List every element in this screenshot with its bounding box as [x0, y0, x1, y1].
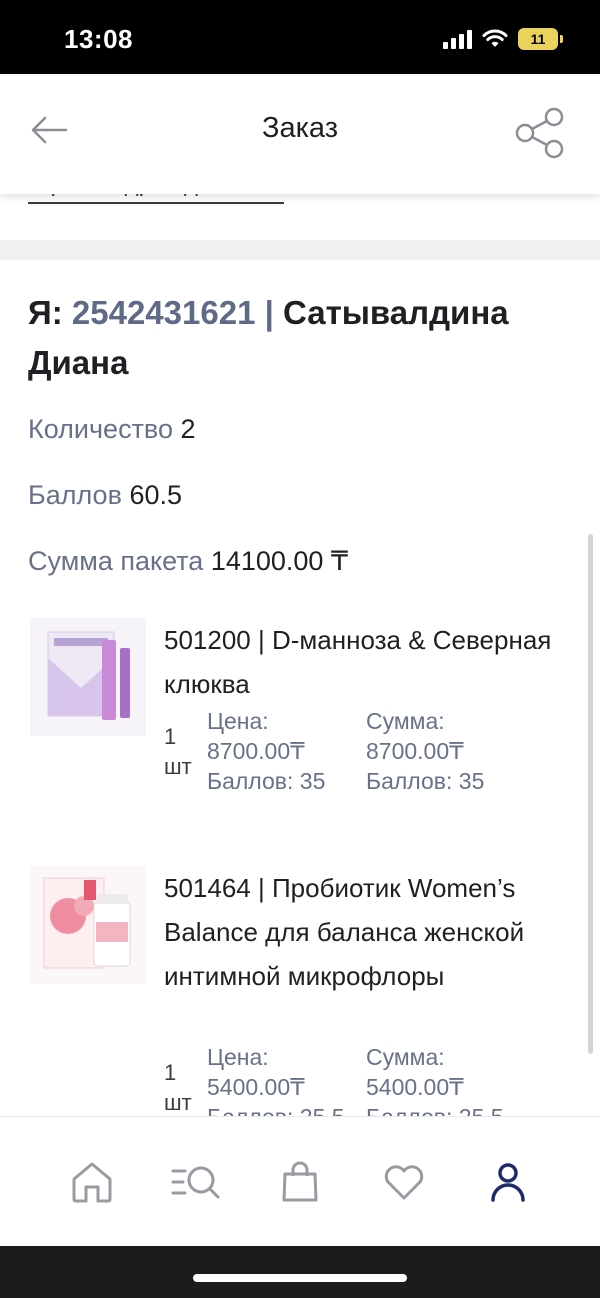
status-bar: 13:08 11	[0, 0, 600, 74]
order-item-price-value: 8700.00₸	[207, 738, 305, 764]
scrollbar[interactable]	[588, 534, 593, 1054]
order-item-title: 501464 | Пробиотик Women’s Balance для б…	[164, 873, 525, 991]
home-indicator-area	[0, 1246, 600, 1298]
package-total-value: 14100.00 ₸	[210, 546, 349, 576]
order-item-sum-points: Баллов: 35	[366, 768, 485, 794]
status-icons: 11	[443, 28, 563, 50]
points-row: Баллов 60.5	[28, 480, 182, 511]
order-item-sum-value: 8700.00₸	[366, 738, 464, 764]
section-divider	[0, 240, 600, 260]
order-item[interactable]: 501200 | D-манноза & Северная клюква 1 ш…	[30, 618, 570, 818]
nav-profile[interactable]	[478, 1152, 538, 1212]
order-item-sum-label: Сумма:	[366, 708, 445, 734]
profile-icon	[491, 1162, 525, 1202]
probiotic-product-icon	[30, 866, 146, 984]
order-item-qty-unit: шт	[164, 1090, 192, 1115]
customer-name-line2: Диана	[28, 344, 129, 381]
quantity-label: Количество	[28, 414, 173, 444]
quantity-value: 2	[180, 414, 196, 444]
battery-level: 11	[530, 31, 546, 47]
wifi-icon	[482, 29, 508, 47]
order-item-price-label: Цена:	[207, 1044, 269, 1070]
order-item-sum-points: Баллов: 25.5	[366, 1102, 504, 1116]
nav-home[interactable]	[62, 1152, 122, 1212]
points-label: Баллов	[28, 480, 122, 510]
home-indicator[interactable]	[193, 1274, 407, 1282]
points-value: 60.5	[129, 480, 182, 510]
nav-cart[interactable]	[270, 1152, 330, 1212]
favorites-heart-icon	[384, 1164, 424, 1199]
page-title: Заказ	[261, 112, 339, 144]
customer-prefix: Я:	[28, 294, 63, 331]
order-item-title: 501200 | D-манноза & Северная клюква	[164, 625, 552, 699]
order-item-price-points: Баллов: 35	[207, 768, 326, 794]
dmannose-product-icon	[30, 618, 146, 736]
order-item-qty-number: 1	[164, 1060, 177, 1085]
top-app-bar: Заказ	[0, 74, 600, 194]
package-total-row: Сумма пакета 14100.00 ₸	[28, 546, 348, 577]
cellular-signal-icon	[443, 29, 472, 49]
order-item-price-value: 5400.00₸	[207, 1074, 305, 1100]
home-icon	[72, 1162, 112, 1202]
cart-bag-icon	[282, 1161, 318, 1201]
order-item-qty-number: 1	[164, 724, 177, 749]
share-icon	[515, 107, 564, 159]
order-item-price-points: Баллов: 25.5	[207, 1102, 345, 1116]
customer-name-line1: Сатывалдина	[283, 294, 509, 331]
order-item-price-label: Цена:	[207, 708, 269, 734]
share-button[interactable]	[514, 106, 566, 160]
order-item-qty-unit: шт	[164, 754, 192, 779]
nav-favorites[interactable]	[374, 1152, 434, 1212]
status-time: 13:08	[64, 24, 133, 54]
customer-id: 2542431621 |	[71, 294, 274, 331]
bottom-navigation	[0, 1116, 600, 1246]
nav-catalog[interactable]	[166, 1152, 226, 1212]
package-total-label: Сумма пакета	[28, 546, 204, 576]
order-item-sum-label: Сумма:	[366, 1044, 445, 1070]
battery-icon: 11	[518, 28, 563, 50]
catalog-search-icon	[171, 1166, 220, 1198]
quantity-row: Количество 2	[28, 414, 196, 445]
customer-heading: Я: 2542431621 | Сатывалдина Диана	[28, 288, 568, 388]
order-content: Я: 2542431621 | Сатывалдина Диана Количе…	[0, 260, 600, 1116]
order-item-sum-value: 5400.00₸	[366, 1074, 464, 1100]
order-item[interactable]: 501464 | Пробиотик Women’s Balance для б…	[30, 866, 570, 1116]
